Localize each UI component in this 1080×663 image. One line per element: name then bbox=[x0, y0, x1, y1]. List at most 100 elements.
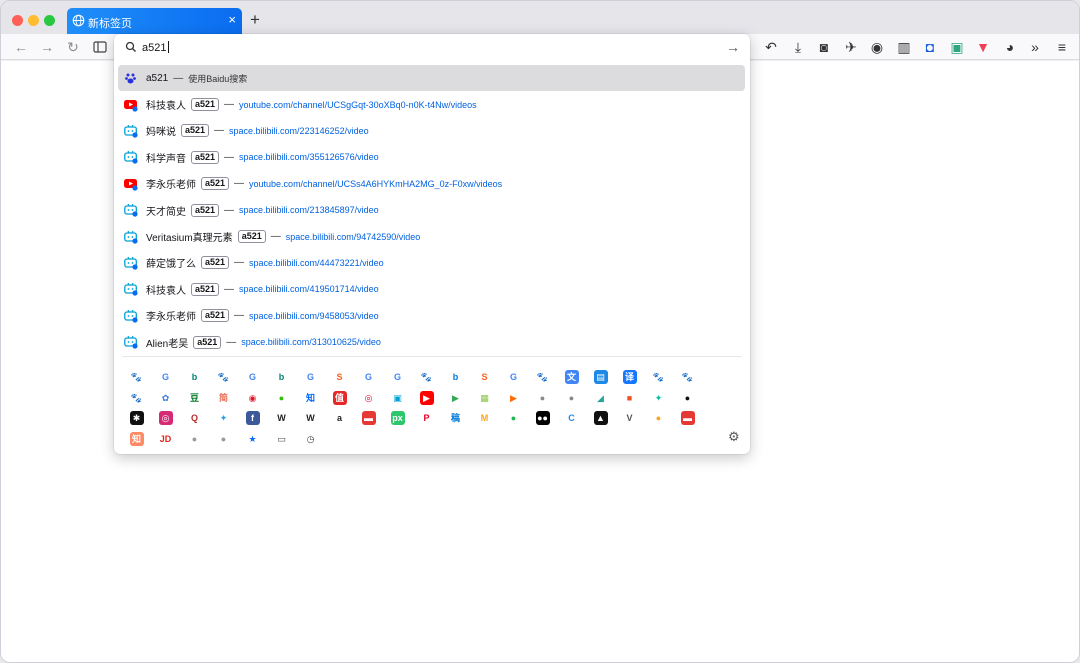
panda-icon[interactable]: ◕ bbox=[1002, 39, 1018, 55]
translate-cn-icon[interactable]: 译 bbox=[622, 370, 637, 385]
quora-icon[interactable]: Q bbox=[187, 411, 202, 426]
fanyi-icon[interactable]: ✿ bbox=[158, 390, 173, 405]
minimize-window-button[interactable] bbox=[28, 15, 39, 26]
feiyu-icon[interactable]: ✦ bbox=[651, 390, 666, 405]
baidu-icon[interactable]: 🐾 bbox=[535, 370, 550, 385]
result-row[interactable]: Alien老吴 a521 — space.bilibili.com/313010625… bbox=[118, 329, 745, 355]
record-icon[interactable]: ◉ bbox=[869, 39, 885, 55]
google-icon[interactable]: G bbox=[390, 370, 405, 385]
mosaic-icon[interactable]: M bbox=[477, 411, 492, 426]
zhihu-icon[interactable]: 知 bbox=[303, 390, 318, 405]
baidu-icon[interactable]: 🐾 bbox=[680, 370, 695, 385]
url-input-row[interactable]: a521 → bbox=[114, 34, 750, 60]
result-row[interactable]: 天才简史 a521 — space.bilibili.com/213845897/vi… bbox=[118, 197, 745, 223]
screenshot-icon[interactable]: ◙ bbox=[816, 39, 832, 55]
search-icon[interactable]: ● bbox=[535, 390, 550, 405]
result-row[interactable]: 科技袁人 a521 — youtube.com/channel/UCSgGqt-30o… bbox=[118, 91, 745, 117]
pixabay-red-icon[interactable]: ▬ bbox=[361, 411, 376, 426]
close-window-button[interactable] bbox=[12, 15, 23, 26]
go-arrow-icon[interactable]: → bbox=[726, 39, 740, 55]
undo-icon[interactable]: ↶ bbox=[763, 39, 779, 55]
amazon-icon[interactable]: a bbox=[332, 411, 347, 426]
instagram-icon[interactable]: ◎ bbox=[158, 411, 173, 426]
baidu-icon[interactable]: 🐾 bbox=[419, 370, 434, 385]
bing-icon[interactable]: b bbox=[274, 370, 289, 385]
save-icon[interactable]: ▣ bbox=[949, 39, 965, 55]
red-badge-icon[interactable]: ▬ bbox=[680, 411, 695, 426]
vector-icon[interactable]: V bbox=[622, 411, 637, 426]
baidu-icon[interactable]: 🐾 bbox=[129, 370, 144, 385]
zoom-window-button[interactable] bbox=[44, 15, 55, 26]
google-icon[interactable]: G bbox=[361, 370, 376, 385]
overflow-icon[interactable]: » bbox=[1027, 39, 1043, 55]
close-tab-icon[interactable]: × bbox=[228, 13, 236, 27]
result-row[interactable]: 科学声音 a521 — space.bilibili.com/355126576/vi… bbox=[118, 144, 745, 170]
result-row[interactable]: Veritasium真理元素 a521 — space.bilibili.com/94… bbox=[118, 223, 745, 249]
stock-icon[interactable]: 稿 bbox=[448, 411, 463, 426]
google-icon[interactable]: G bbox=[303, 370, 318, 385]
wolfram-icon[interactable]: ✱ bbox=[129, 411, 144, 426]
pinterest-icon[interactable]: P bbox=[419, 411, 434, 426]
tab-active[interactable]: 新标签页 × bbox=[67, 8, 242, 34]
result-row[interactable]: 李永乐老师 a521 — youtube.com/channel/UCSs4A6HYK… bbox=[118, 171, 745, 197]
spotify-icon[interactable]: ● bbox=[506, 411, 521, 426]
sogou-icon[interactable]: S bbox=[477, 370, 492, 385]
menu-icon[interactable]: ≡ bbox=[1054, 39, 1070, 55]
bing-icon[interactable]: b bbox=[187, 370, 202, 385]
smzdm-icon[interactable]: 值 bbox=[332, 390, 347, 405]
translate-icon[interactable]: 文 bbox=[564, 370, 579, 385]
bookmarks-icon[interactable]: ★ bbox=[245, 431, 260, 446]
url-input[interactable]: a521 bbox=[142, 41, 170, 54]
microsoft-icon[interactable]: ■ bbox=[622, 390, 637, 405]
shiba-icon[interactable]: ● bbox=[651, 411, 666, 426]
search-icon[interactable]: ● bbox=[216, 431, 231, 446]
bing-icon[interactable]: b bbox=[448, 370, 463, 385]
search-settings-gear-icon[interactable]: ⚙ bbox=[728, 430, 741, 443]
youtube-icon[interactable]: ▶ bbox=[419, 390, 434, 405]
bilibili-icon[interactable]: ▣ bbox=[390, 390, 405, 405]
result-row[interactable]: 科技袁人 a521 — space.bilibili.com/419501714/vi… bbox=[118, 276, 745, 302]
jianshu-icon[interactable]: 简 bbox=[216, 390, 231, 405]
jd-icon[interactable]: JD bbox=[158, 431, 173, 446]
netease-music-icon[interactable]: ◎ bbox=[361, 390, 376, 405]
back-button[interactable]: ← bbox=[13, 39, 29, 55]
twitter-icon[interactable]: ✦ bbox=[216, 411, 231, 426]
medium-icon[interactable]: ●● bbox=[535, 411, 550, 426]
baidu-icon[interactable]: 🐾 bbox=[129, 390, 144, 405]
sogou-icon[interactable]: S bbox=[332, 370, 347, 385]
search-icon[interactable]: ● bbox=[564, 390, 579, 405]
bitwarden-icon[interactable]: ◘ bbox=[922, 39, 938, 55]
wikipedia-icon[interactable]: W bbox=[274, 411, 289, 426]
download-icon[interactable]: ⤓ bbox=[790, 39, 806, 55]
github-icon[interactable]: ● bbox=[680, 390, 695, 405]
dictionary-icon[interactable]: ▤ bbox=[593, 370, 608, 385]
baidu-icon[interactable]: 🐾 bbox=[216, 370, 231, 385]
ccleaner-icon[interactable]: C bbox=[564, 411, 579, 426]
google-icon[interactable]: G bbox=[158, 370, 173, 385]
unsplash-icon[interactable]: ▲ bbox=[593, 411, 608, 426]
history-icon[interactable]: ◷ bbox=[303, 431, 318, 446]
result-row[interactable]: 妈咪说 a521 — space.bilibili.com/223146252/vid… bbox=[118, 118, 745, 144]
rocket-icon[interactable]: ✈ bbox=[843, 39, 859, 55]
map-icon[interactable]: ▦ bbox=[477, 390, 492, 405]
wikipedia-icon[interactable]: W bbox=[303, 411, 318, 426]
google-icon[interactable]: G bbox=[245, 370, 260, 385]
forward-button[interactable]: → bbox=[39, 39, 55, 55]
new-tab-button[interactable]: + bbox=[250, 11, 260, 29]
pixabay-icon[interactable]: px bbox=[390, 411, 405, 426]
tencent-video-icon[interactable]: ▶ bbox=[506, 390, 521, 405]
result-row[interactable]: 薛定饿了么 a521 — space.bilibili.com/44473221/vi… bbox=[118, 250, 745, 276]
pocket-icon[interactable]: ▼ bbox=[975, 39, 991, 55]
baidu-icon[interactable]: 🐾 bbox=[651, 370, 666, 385]
zhihu-orange-icon[interactable]: 知 bbox=[129, 431, 144, 446]
result-row[interactable]: 李永乐老师 a521 — space.bilibili.com/9458053/vid… bbox=[118, 303, 745, 329]
sidebar-toggle-icon[interactable] bbox=[92, 39, 108, 55]
sidebar-icon[interactable]: ▥ bbox=[896, 39, 912, 55]
search-icon[interactable]: ● bbox=[187, 431, 202, 446]
pattern-icon[interactable]: ◢ bbox=[593, 390, 608, 405]
result-row[interactable]: a521 — 使用Baidu搜索 bbox=[118, 65, 745, 92]
weibo-icon[interactable]: ◉ bbox=[245, 390, 260, 405]
tabs-icon[interactable]: ▭ bbox=[274, 431, 289, 446]
reload-button[interactable]: ↻ bbox=[65, 39, 81, 55]
facebook-icon[interactable]: f bbox=[245, 411, 260, 426]
